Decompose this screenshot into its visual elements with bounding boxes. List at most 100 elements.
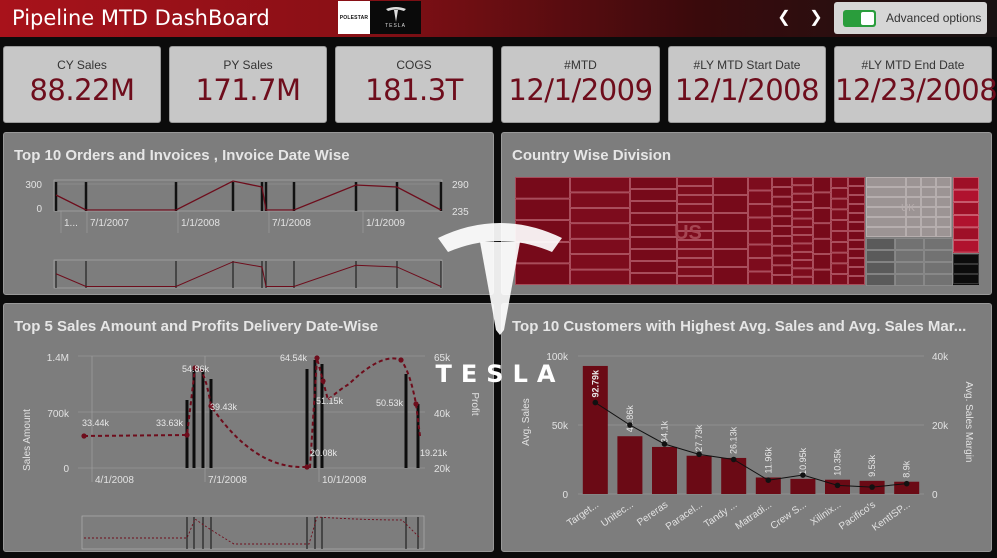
customers-bar-chart[interactable]: 100k 50k 0 40k 20k 0 Avg. Sales Avg. Sales Marg… (502, 304, 993, 553)
advanced-options-button[interactable]: Advanced options (834, 2, 987, 34)
sales-profit-point (314, 355, 320, 361)
kpi-ly-mtd-start[interactable]: #LY MTD Start Date 12/1/2008 (668, 46, 826, 123)
sales-x-tick: 7/1/2008 (208, 475, 247, 486)
sales-profit-point (81, 433, 87, 439)
treemap-cell (677, 204, 713, 213)
treemap-cell (831, 220, 848, 231)
sales-profit-point (304, 464, 310, 470)
customers-y-axis-label: Avg. Sales (521, 398, 532, 446)
sales-y-tick: 1.4M (47, 353, 69, 364)
treemap-cell (792, 193, 813, 202)
customers-margin-point (661, 441, 668, 447)
treemap-cell (813, 223, 831, 239)
chevron-left-icon[interactable]: ❮ (774, 7, 794, 29)
sales-point-label: 33.44k (82, 418, 110, 428)
treemap-cell (848, 195, 865, 204)
treemap-region-5 (953, 254, 979, 285)
treemap-cell (713, 177, 748, 195)
treemap-cell (953, 240, 979, 253)
treemap-cell (748, 204, 772, 218)
treemap-cell (515, 220, 570, 242)
treemap-cell (630, 225, 677, 237)
treemap-cell (772, 275, 792, 285)
orders-x-tick: 1/1/2009 (366, 218, 405, 229)
treemap-cell (515, 198, 570, 220)
treemap-cell (831, 242, 848, 253)
sales-point-label: 54.86k (182, 364, 210, 374)
country-treemap[interactable]: US UK (502, 133, 993, 296)
sales-x-tick: 10/1/2008 (322, 475, 367, 486)
chevron-right-icon[interactable]: ❯ (806, 7, 826, 29)
treemap-cell (792, 227, 813, 235)
treemap-cell (953, 189, 979, 202)
treemap-cell (792, 235, 813, 244)
treemap-cell (848, 204, 865, 213)
treemap-cell (848, 177, 865, 186)
treemap-cell (713, 249, 748, 267)
treemap-cell (813, 208, 831, 224)
treemap-cell (848, 186, 865, 195)
treemap-cell (630, 273, 677, 285)
treemap-cell (831, 198, 848, 210)
treemap-cell (831, 177, 848, 188)
orders-invoices-panel[interactable]: Top 10 Orders and Invoices , Invoice Dat… (3, 132, 494, 295)
orders-x-tick: 7/1/2008 (272, 218, 311, 229)
kpi-cy-sales[interactable]: CY Sales 88.22M (3, 46, 161, 123)
orders-y2-tick: 235 (452, 207, 469, 218)
treemap-cell (570, 269, 630, 285)
customers-bar (617, 436, 643, 494)
sales-y-tick: 0 (63, 464, 69, 475)
customers-y2-tick: 0 (932, 490, 938, 501)
customers-x-tick: Matradi... (734, 499, 774, 532)
treemap-cell (570, 192, 630, 208)
sales-point-label: 39.43k (210, 402, 238, 412)
treemap-cell (748, 177, 772, 191)
treemap-cell (772, 177, 792, 187)
customers-x-tick: Paracel... (664, 499, 705, 532)
kpi-cogs[interactable]: COGS 181.3T (335, 46, 493, 123)
customers-value-label: 10.35k (833, 448, 843, 476)
treemap-us-label: US (674, 222, 702, 244)
customers-x-tick: KentISP... (870, 499, 912, 533)
customers-y2-axis-label: Avg. Sales Margin (963, 382, 974, 463)
treemap-cell (713, 231, 748, 249)
sales-profit-chart[interactable]: 1.4M 700k 0 65k 40k 20k Sales Amount Profit 4/1/… (4, 304, 495, 553)
sales-profit-line (83, 357, 421, 469)
advanced-options-label: Advanced options (886, 11, 982, 25)
treemap-cell (924, 250, 953, 262)
advanced-options-toggle[interactable] (843, 10, 876, 27)
customers-y-tick: 100k (546, 352, 569, 363)
header-bar: Pipeline MTD DashBoard POLESTAR TESLA ❮ … (0, 0, 997, 37)
treemap-cell (848, 258, 865, 267)
kpi-py-sales[interactable]: PY Sales 171.7M (169, 46, 327, 123)
customers-x-tick: Target... (565, 499, 601, 529)
orders-x-tick: 1... (64, 218, 78, 229)
customers-value-label: 10.95k (798, 447, 808, 475)
treemap-cell (630, 249, 677, 261)
sales-profit-point (320, 378, 326, 384)
country-division-panel[interactable]: Country Wise Division US UK (501, 132, 992, 295)
customers-bar (790, 478, 816, 494)
sales-profit-panel[interactable]: Top 5 Sales Amount and Profits Delivery … (3, 303, 494, 552)
treemap-cell (677, 186, 713, 195)
sales-y2-tick: 40k (434, 409, 451, 420)
treemap-cell (831, 187, 848, 199)
treemap-cell (515, 263, 570, 285)
customers-value-label: 92.79k (590, 369, 600, 398)
kpi-mtd[interactable]: #MTD 12/1/2009 (501, 46, 660, 123)
treemap-cell (772, 206, 792, 217)
treemap-cell (792, 243, 813, 252)
treemap-cell (772, 236, 792, 246)
treemap-cell (813, 254, 831, 270)
treemap-cell (748, 217, 772, 231)
sales-y-tick: 700k (47, 409, 70, 420)
kpi-ly-mtd-end[interactable]: #LY MTD End Date 12/23/2008 (834, 46, 997, 123)
orders-chart[interactable]: 300 0 290 235 1... 7/1/2007 1/1/2008 7/1/2008 1/… (4, 133, 495, 296)
customers-x-tick: Unitec... (599, 499, 635, 529)
customers-value-label: 27.73k (694, 424, 704, 452)
top-customers-panel[interactable]: Top 10 Customers with Highest Avg. Sales… (501, 303, 992, 552)
treemap-cell (630, 237, 677, 249)
treemap-cell (630, 189, 677, 201)
treemap-cell (630, 177, 677, 189)
treemap-cell (677, 276, 713, 285)
